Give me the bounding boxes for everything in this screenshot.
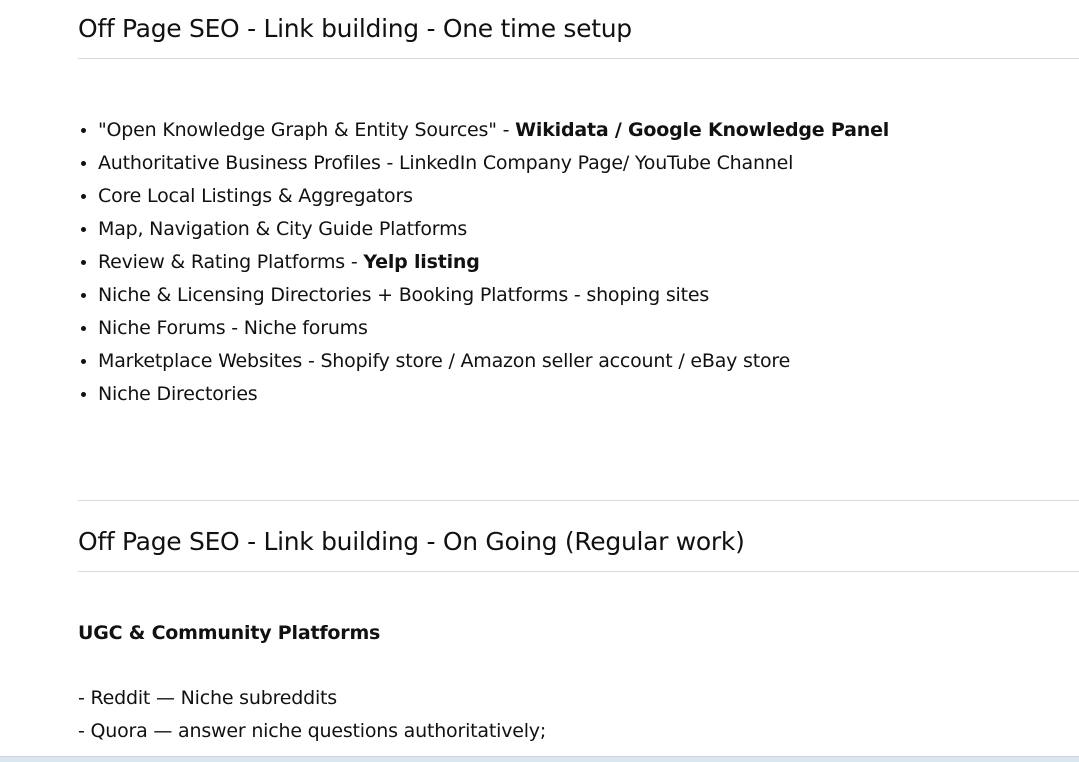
list-item: Niche Forums - Niche forums [98, 312, 889, 345]
list-item-text: Review & Rating Platforms - [98, 251, 364, 273]
list-item-text: Map, Navigation & City Guide Platforms [98, 218, 468, 240]
section-divider [78, 58, 1079, 59]
list-item: Niche Directories [98, 378, 889, 411]
list-item: Authoritative Business Profiles - Linked… [98, 147, 889, 180]
list-item-text: "Open Knowledge Graph & Entity Sources" … [98, 119, 516, 141]
one-time-setup-list: "Open Knowledge Graph & Entity Sources" … [78, 114, 889, 411]
section-title-one-time-setup: Off Page SEO - Link building - One time … [78, 14, 632, 43]
list-item-text: Niche & Licensing Directories + Booking … [98, 284, 710, 306]
list-item: Core Local Listings & Aggregators [98, 180, 889, 213]
section-divider [78, 500, 1079, 501]
list-item: "Open Knowledge Graph & Entity Sources" … [98, 114, 889, 147]
list-item: Map, Navigation & City Guide Platforms [98, 213, 889, 246]
list-item-text: Marketplace Websites - Shopify store / A… [98, 350, 791, 372]
ugc-platform-lines: - Reddit — Niche subreddits - Quora — an… [78, 682, 546, 748]
list-item: Review & Rating Platforms - Yelp listing [98, 246, 889, 279]
list-item-bold-text: Wikidata / Google Knowledge Panel [515, 119, 890, 141]
list-item: Marketplace Websites - Shopify store / A… [98, 345, 889, 378]
subheading-ugc-community: UGC & Community Platforms [78, 622, 381, 644]
section-divider [78, 571, 1079, 572]
list-item-text: Authoritative Business Profiles - Linked… [98, 152, 794, 174]
list-item-bold-text: Yelp listing [363, 251, 480, 273]
list-item-text: Niche Forums - Niche forums [98, 317, 368, 339]
section-title-ongoing: Off Page SEO - Link building - On Going … [78, 527, 745, 556]
list-item-text: Core Local Listings & Aggregators [98, 185, 413, 207]
window-bottom-edge [0, 756, 1079, 762]
list-item: Niche & Licensing Directories + Booking … [98, 279, 889, 312]
text-line: - Reddit — Niche subreddits [78, 687, 338, 709]
text-line: - Quora — answer niche questions authori… [78, 720, 547, 742]
list-item-text: Niche Directories [98, 383, 258, 405]
